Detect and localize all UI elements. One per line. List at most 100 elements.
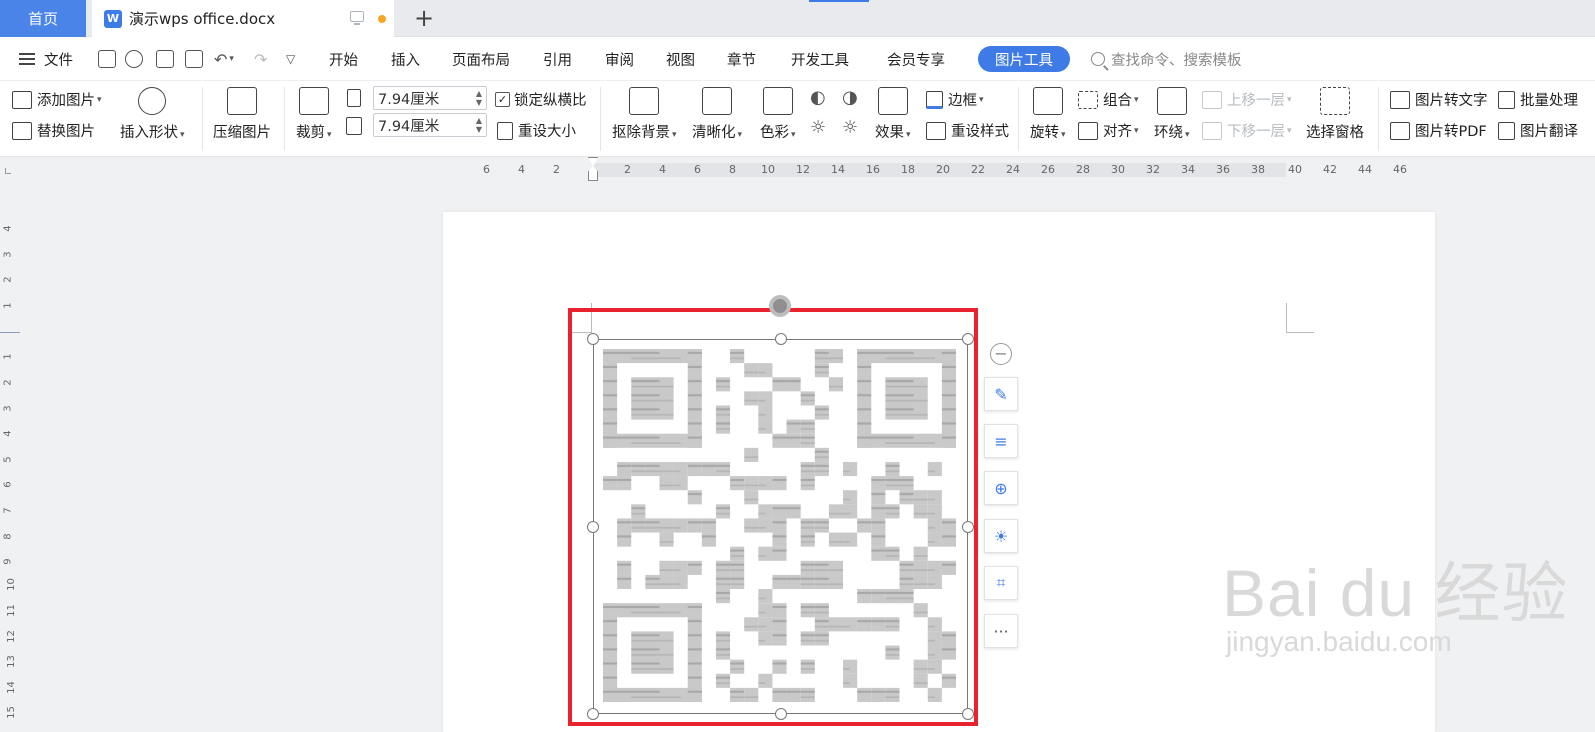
save-icon[interactable]: [98, 50, 116, 68]
remove-background-button[interactable]: 抠除背景 ▾: [612, 87, 677, 142]
bring-forward-button[interactable]: 上移一层 ▾: [1202, 89, 1292, 110]
picture-translate-button[interactable]: 图片翻译: [1498, 120, 1578, 141]
ruler-tick: 46: [1393, 163, 1407, 176]
add-picture-icon: [12, 90, 32, 109]
command-search[interactable]: 查找命令、搜索模板: [1091, 37, 1242, 81]
monitor-icon[interactable]: [350, 11, 364, 25]
menu-home[interactable]: 开始: [329, 37, 358, 81]
ruler-tick: 4: [659, 163, 666, 176]
height-icon: [347, 89, 361, 107]
brightness-up-icon[interactable]: ☼: [810, 117, 826, 138]
ruler-tick: 36: [1216, 163, 1230, 176]
watermark-logo: Bai du 经验: [1222, 556, 1569, 630]
width-spinner-icon[interactable]: ▲ ▼: [476, 116, 482, 134]
menu-insert[interactable]: 插入: [391, 37, 420, 81]
unsaved-indicator: [378, 15, 386, 23]
idea-icon[interactable]: ☀: [984, 519, 1018, 553]
border-button[interactable]: 边框 ▾: [926, 89, 984, 110]
baidu-watermark: Bai du 经验 jingyan.baidu.com: [1222, 560, 1568, 658]
height-spinner-icon[interactable]: ▲ ▼: [476, 89, 482, 107]
replace-picture-button[interactable]: 替换图片: [12, 120, 95, 141]
print-preview-icon[interactable]: [185, 50, 203, 68]
resize-handle[interactable]: [962, 708, 974, 720]
ruler-tick: 16: [866, 163, 880, 176]
add-picture-button[interactable]: 添加图片 ▾: [12, 89, 102, 110]
menu-references[interactable]: 引用: [543, 37, 572, 81]
menu-page-layout[interactable]: 页面布局: [452, 37, 510, 81]
resize-handle[interactable]: [587, 521, 599, 533]
more-icon[interactable]: ···: [984, 614, 1018, 648]
crop-tool-icon[interactable]: ⌗: [984, 566, 1018, 600]
crop-button[interactable]: 裁剪 ▾: [296, 87, 332, 142]
batch-process-button[interactable]: 批量处理: [1498, 89, 1578, 110]
contrast-up-icon[interactable]: ◐: [810, 87, 826, 108]
lock-ratio-checkbox[interactable]: ✓ 锁定纵横比: [495, 89, 587, 110]
wrap-text-icon[interactable]: ≡: [984, 424, 1018, 458]
tab-bar: 首页 W 演示wps office.docx +: [0, 0, 1595, 37]
format-painter-icon[interactable]: [125, 50, 143, 68]
sharpen-icon: [702, 87, 733, 115]
wrap-label: 环绕: [1154, 125, 1183, 141]
resize-handle[interactable]: [587, 333, 599, 345]
resize-handle[interactable]: [962, 521, 974, 533]
tab-picture-tools[interactable]: 图片工具: [978, 46, 1070, 72]
tab-document[interactable]: W 演示wps office.docx: [92, 0, 394, 37]
ribbon-divider: [1018, 87, 1019, 151]
replace-picture-icon: [12, 121, 32, 140]
customize-toolbar-icon[interactable]: ▽: [286, 37, 295, 81]
brightness-down-icon[interactable]: ☼: [842, 117, 858, 138]
align-icon: [1078, 121, 1098, 140]
resize-handle[interactable]: [962, 333, 974, 345]
print-icon[interactable]: [156, 50, 174, 68]
file-menu[interactable]: 文件: [19, 37, 73, 81]
menu-review[interactable]: 审阅: [605, 37, 634, 81]
reset-size-button[interactable]: 重设大小: [497, 120, 576, 141]
wrap-button[interactable]: 环绕 ▾: [1154, 87, 1190, 142]
picture-height-input[interactable]: 7.94厘米 ▲ ▼: [373, 86, 487, 110]
resize-handle[interactable]: [775, 333, 787, 345]
insert-shape-button[interactable]: 插入形状 ▾: [120, 87, 185, 142]
effects-icon: [877, 87, 908, 115]
batch-process-label: 批量处理: [1520, 93, 1578, 109]
resize-handle[interactable]: [587, 708, 599, 720]
effects-button[interactable]: 效果 ▾: [875, 87, 911, 142]
menu-bar: 文件 ↶ ▾ ↷ ▽ 开始 插入 页面布局 引用 审阅 视图 章节 开发工具 会员…: [0, 37, 1595, 81]
wrap-icon: [1156, 87, 1187, 115]
edit-picture-icon[interactable]: ✎: [984, 377, 1018, 411]
contrast-down-icon[interactable]: ◑: [842, 87, 858, 108]
resize-handle[interactable]: [775, 708, 787, 720]
align-button[interactable]: 对齐 ▾: [1078, 120, 1139, 141]
rotate-handle-icon[interactable]: [769, 295, 791, 317]
ruler-tick: 8: [2, 533, 14, 540]
ruler-tick: 3: [2, 251, 14, 258]
redo-icon[interactable]: ↷: [254, 37, 267, 81]
tab-home[interactable]: 首页: [0, 0, 86, 37]
menu-view[interactable]: 视图: [666, 37, 695, 81]
picture-to-text-button[interactable]: 图片转文字: [1390, 89, 1488, 110]
compress-picture-button[interactable]: 压缩图片: [213, 87, 271, 142]
send-backward-button[interactable]: 下移一层 ▾: [1202, 120, 1292, 141]
horizontal-ruler[interactable]: 6 4 2 2 4 6 8 10 12 14 16 18 20 22 24 26…: [0, 157, 1595, 183]
undo-icon[interactable]: ↶ ▾: [214, 37, 234, 81]
compress-icon: [227, 87, 257, 115]
menu-developer[interactable]: 开发工具: [791, 37, 849, 81]
rotate-button[interactable]: 旋转 ▾: [1030, 87, 1066, 142]
group-button[interactable]: 组合 ▾: [1078, 89, 1139, 110]
ruler-tick: 2: [553, 163, 560, 176]
new-tab-button[interactable]: +: [410, 4, 438, 32]
picture-to-pdf-button[interactable]: 图片转PDF: [1390, 120, 1487, 141]
collapse-tools-icon[interactable]: −: [990, 343, 1012, 365]
vertical-ruler[interactable]: 4 3 2 1 1 2 3 4 5 6 7 8 9 10 11 12 13 14…: [0, 183, 20, 732]
ruler-corner: [5, 168, 11, 174]
hamburger-icon: [19, 53, 35, 65]
color-button[interactable]: 色彩 ▾: [760, 87, 796, 142]
menu-member[interactable]: 会员专享: [887, 37, 945, 81]
reset-style-button[interactable]: 重设样式: [926, 120, 1009, 141]
zoom-in-icon[interactable]: ⊕: [984, 471, 1018, 505]
picture-width-input[interactable]: 7.94厘米 ▲ ▼: [373, 113, 487, 137]
ruler-tick: 1: [2, 353, 14, 360]
ruler-tick: 2: [624, 163, 631, 176]
sharpen-button[interactable]: 清晰化 ▾: [692, 87, 742, 142]
menu-section[interactable]: 章节: [727, 37, 756, 81]
selection-pane-button[interactable]: 选择窗格: [1306, 87, 1364, 142]
